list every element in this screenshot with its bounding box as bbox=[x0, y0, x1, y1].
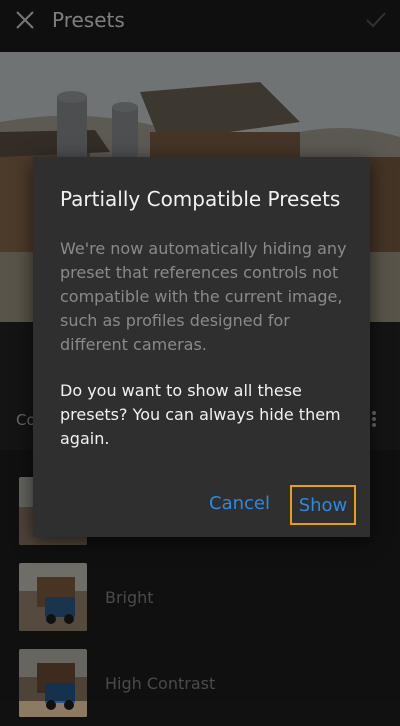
compatibility-dialog: Partially Compatible Presets We're now a… bbox=[33, 157, 370, 537]
dialog-title: Partially Compatible Presets bbox=[60, 187, 341, 211]
dialog-body: We're now automatically hiding any prese… bbox=[60, 239, 347, 354]
cancel-button[interactable]: Cancel bbox=[209, 493, 270, 514]
dialog-question: Do you want to show all these presets? Y… bbox=[60, 381, 341, 448]
show-button[interactable]: Show bbox=[290, 485, 356, 525]
